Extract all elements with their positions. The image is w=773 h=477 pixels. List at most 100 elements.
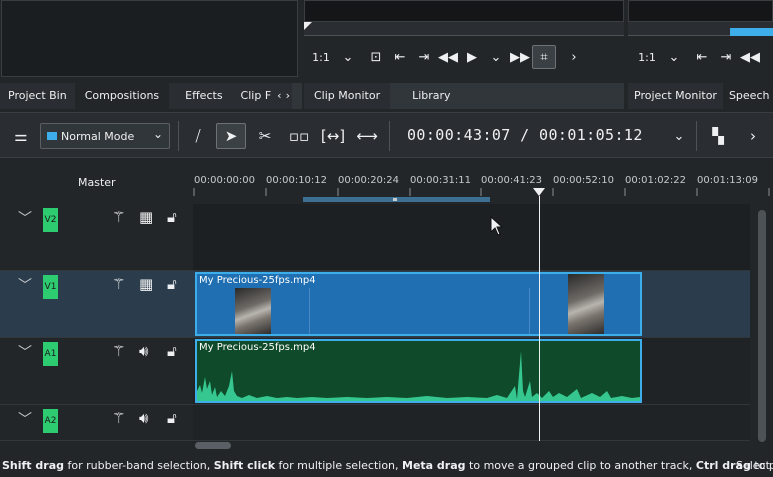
track-badge: A1: [43, 342, 58, 366]
audio-clip[interactable]: My Precious-25fps.mp4: [195, 339, 642, 403]
add-marker-icon[interactable]: ⊡: [364, 45, 388, 69]
tab-project-bin[interactable]: Project Bin: [0, 83, 75, 109]
play-icon[interactable]: ▶: [460, 45, 484, 69]
horizontal-scrollbar[interactable]: [193, 441, 750, 450]
mouse-cursor-icon: [490, 216, 504, 236]
video-clip-title: My Precious-25fps.mp4: [199, 275, 316, 286]
lock-icon[interactable]: 🔓︎: [167, 208, 177, 226]
track-header-a1[interactable]: ﹀ A1 ⚚ 🔊︎ 🔓︎: [0, 338, 193, 405]
mode-color-icon: [47, 132, 57, 140]
timeline-toolbar: ⚌ Normal Mode ⌄ ⧸ ➤ ✂ ▫▫ [↔] ⟷ 00:00:43:…: [0, 112, 773, 158]
ripple-tool-icon[interactable]: [↔]: [318, 123, 348, 149]
status-text: to move a grouped clip to another track,: [465, 459, 696, 472]
composite-icon[interactable]: ▚: [703, 123, 733, 149]
master-label: Master: [78, 176, 116, 189]
track-lane-a2[interactable]: [193, 405, 750, 441]
chevron-down-icon[interactable]: ⌄: [662, 45, 686, 69]
collapse-chevron-icon[interactable]: ﹀: [18, 342, 32, 362]
set-out-point-icon[interactable]: ⇥: [412, 45, 436, 69]
status-key: Shift click: [213, 459, 276, 472]
master-header[interactable]: Master: [0, 160, 193, 204]
vertical-scrollbar[interactable]: [752, 204, 773, 450]
status-key: Shift drag: [2, 459, 64, 472]
forward-icon[interactable]: ▶▶: [508, 45, 532, 69]
collapse-chevron-icon[interactable]: ﹀: [18, 409, 32, 429]
scrollbar-handle[interactable]: [758, 210, 766, 442]
project-zoom-combo[interactable]: 1:1: [632, 45, 662, 69]
tab-clip-properties[interactable]: Clip F: [236, 83, 276, 109]
video-thumbnail-start: [235, 288, 271, 334]
play-options-icon[interactable]: ⌄: [484, 45, 508, 69]
status-bar: Shift drag for rubber-band selection, Sh…: [0, 456, 773, 477]
tab-clip-monitor[interactable]: Clip Monitor: [304, 83, 391, 109]
set-in-point-icon[interactable]: ⇤: [388, 45, 412, 69]
track-header-v1[interactable]: ﹀ V1 ⚚ ▦ 🔓︎: [0, 271, 193, 338]
track-lane-v2[interactable]: [193, 204, 750, 271]
project-monitor-ruler[interactable]: [628, 22, 773, 36]
effect-wand-icon[interactable]: ⚚: [112, 409, 125, 427]
effect-wand-icon[interactable]: ⚚: [112, 275, 125, 293]
tab-scroll-left-icon[interactable]: ‹: [275, 83, 284, 109]
scrollbar-handle[interactable]: [195, 442, 231, 449]
razor-spacer-icon[interactable]: ⧸: [183, 123, 213, 149]
track-header-a2[interactable]: ﹀ A2 ⚚ 🔊︎ 🔓︎: [0, 405, 193, 441]
set-in-point-icon[interactable]: ⇤: [690, 45, 714, 69]
set-out-point-icon[interactable]: ⇥: [714, 45, 738, 69]
track-badge: A2: [43, 409, 58, 433]
chevron-down-icon: ⌄: [152, 127, 163, 141]
chevron-down-icon[interactable]: ⌄: [336, 45, 360, 69]
settings-sliders-icon[interactable]: ⚌: [6, 123, 36, 149]
select-tool-icon[interactable]: ➤: [216, 123, 246, 149]
project-monitor-tabbar: Project Monitor Speech Ed: [628, 83, 773, 109]
clip-monitor-ruler[interactable]: [304, 22, 624, 36]
playhead-line[interactable]: [539, 196, 540, 441]
status-text: for multiple selection,: [275, 459, 403, 472]
video-clip[interactable]: My Precious-25fps.mp4: [195, 272, 642, 336]
rewind-icon[interactable]: ◀◀: [738, 45, 762, 69]
spacer-tool-icon[interactable]: ▫▫: [284, 123, 314, 149]
clip-monitor-tabbar: Clip Monitor Library: [304, 83, 624, 109]
tab-compositions[interactable]: Compositions: [74, 83, 170, 109]
playhead-marker: [533, 188, 545, 196]
project-bin-tabbar: Project Bin Compositions Effects Clip F …: [0, 83, 302, 109]
film-icon[interactable]: ▦: [139, 275, 153, 293]
tab-effects[interactable]: Effects: [169, 83, 237, 109]
more-icon[interactable]: ›: [562, 45, 586, 69]
clip-monitor-view: [304, 0, 624, 22]
clip-zoom-combo[interactable]: 1:1: [306, 45, 336, 69]
tab-project-monitor[interactable]: Project Monitor: [628, 83, 723, 109]
separator: [389, 121, 390, 151]
status-text: for rubber-band selection,: [64, 459, 214, 472]
video-thumbnail-end: [568, 274, 604, 334]
chevron-down-icon[interactable]: ⌄: [664, 123, 694, 149]
lock-icon[interactable]: 🔓︎: [167, 342, 177, 360]
project-monitor-toolbar: 1:1 ⌄ ⇤ ⇥ ◀◀: [632, 42, 773, 72]
status-mode: Select: [736, 459, 770, 472]
collapse-chevron-icon[interactable]: ﹀: [18, 275, 32, 295]
tab-library[interactable]: Library: [390, 83, 473, 109]
edit-mode-combo[interactable]: Normal Mode ⌄: [40, 123, 170, 149]
razor-tool-icon[interactable]: ✂: [250, 123, 280, 149]
track-header-v2[interactable]: ﹀ V2 ⚚ ▦ 🔓︎: [0, 204, 193, 271]
track-badge: V2: [43, 208, 58, 232]
timeline-timecode: 00:00:43:07 / 00:01:05:12: [407, 126, 643, 144]
tab-scroll-right-icon[interactable]: ›: [283, 83, 292, 109]
timeline-ruler[interactable]: 00:00:00:00 00:00:10:12 00:00:20:24 00:0…: [193, 160, 773, 204]
crop-icon[interactable]: ⌗: [532, 45, 556, 69]
slip-tool-icon[interactable]: ⟷: [352, 123, 382, 149]
speaker-icon[interactable]: 🔊︎: [139, 342, 148, 360]
effect-wand-icon[interactable]: ⚚: [112, 342, 125, 360]
speaker-icon[interactable]: 🔊︎: [139, 409, 148, 427]
project-monitor-view: [628, 0, 773, 22]
rewind-icon[interactable]: ◀◀: [436, 45, 460, 69]
effect-wand-icon[interactable]: ⚚: [112, 208, 125, 226]
tab-speech-editor[interactable]: Speech Ed: [722, 83, 773, 109]
more-icon[interactable]: ›: [738, 123, 768, 149]
film-icon[interactable]: ▦: [139, 208, 153, 226]
separator: [696, 121, 697, 151]
collapse-chevron-icon[interactable]: ﹀: [18, 208, 32, 228]
separator: [178, 121, 179, 151]
lock-icon[interactable]: 🔓︎: [167, 275, 177, 293]
clip-monitor-toolbar: 1:1 ⌄ ⊡ ⇤ ⇥ ◀◀ ▶ ⌄ ▶▶ ⌗ ›: [306, 42, 624, 72]
lock-icon[interactable]: 🔓︎: [167, 409, 177, 427]
